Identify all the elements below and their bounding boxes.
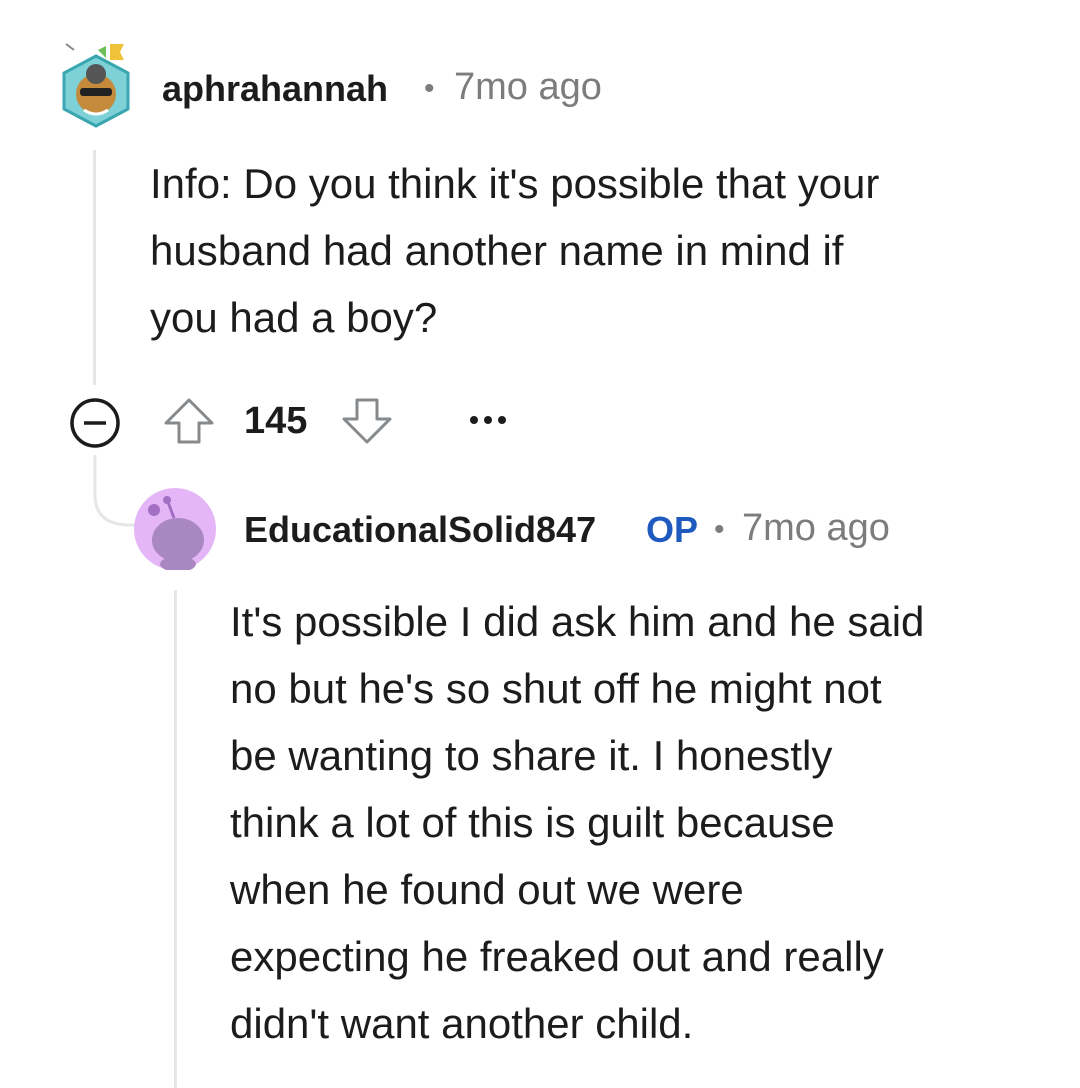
op-badge: OP (646, 509, 699, 550)
reply-timestamp[interactable]: 7mo ago (742, 507, 890, 550)
reply-username[interactable]: EducationalSolid847 (244, 509, 596, 551)
reply-comment-body: It's possible I did ask him and he said … (230, 588, 1060, 1057)
meta-separator-dot: • (424, 72, 435, 105)
parent-body-line: Info: Do you think it's possible that yo… (150, 160, 880, 207)
parent-thread-line[interactable] (93, 150, 96, 385)
parent-comment-body: Info: Do you think it's possible that yo… (150, 150, 1030, 351)
reply-body-line: no but he's so shut off he might not (230, 665, 882, 712)
parent-body-line: husband had another name in mind if (150, 227, 844, 274)
award-flags-icon (65, 43, 124, 60)
reply-body-line: expecting he freaked out and really (230, 933, 884, 980)
downvote-icon[interactable] (340, 394, 394, 448)
reply-body-line: didn't want another child. (230, 1000, 694, 1047)
parent-body-line: you had a boy? (150, 294, 438, 341)
reply-body-line: be wanting to share it. I honestly (230, 732, 833, 779)
reply-avatar[interactable] (134, 488, 216, 572)
meta-separator-dot: • (714, 513, 725, 546)
upvote-icon[interactable] (162, 394, 216, 448)
more-options-icon[interactable] (466, 408, 510, 432)
collapse-thread-icon[interactable] (68, 396, 122, 450)
parent-username[interactable]: aphrahannah (162, 68, 388, 110)
vote-count: 145 (244, 400, 308, 442)
reply-thread-line[interactable] (174, 590, 177, 1088)
default-snoo-avatar-icon (134, 488, 216, 572)
reply-body-line: It's possible I did ask him and he said (230, 598, 925, 645)
parent-timestamp[interactable]: 7mo ago (454, 66, 602, 109)
reply-body-line: think a lot of this is guilt because (230, 799, 835, 846)
reply-body-line: when he found out we were (230, 866, 744, 913)
